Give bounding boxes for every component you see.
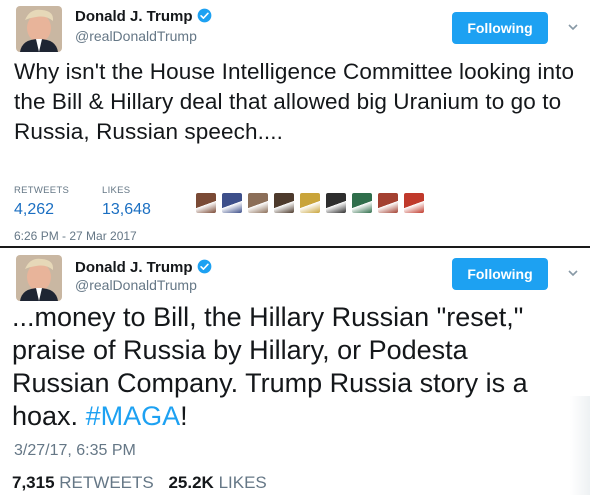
tweet-timestamp[interactable]: 6:26 PM - 27 Mar 2017 (14, 229, 137, 243)
avatar[interactable] (16, 255, 62, 301)
tweet-card-2: Donald J. Trump @realDonaldTrump Followi… (0, 249, 590, 495)
retweets-label: RETWEETS (14, 185, 70, 196)
retweets-count[interactable]: 4,262 (14, 201, 54, 219)
tweet-stats: RETWEETS 4,262 LIKES 13,648 (14, 185, 579, 223)
liker-avatar[interactable] (352, 193, 372, 213)
liker-avatar[interactable] (248, 193, 268, 213)
liker-avatar[interactable] (326, 193, 346, 213)
likes-label[interactable]: LIKES (219, 473, 267, 492)
following-button[interactable]: Following (452, 258, 548, 290)
avatar[interactable] (16, 6, 62, 52)
tweet-card-1: Donald J. Trump @realDonaldTrump Followi… (0, 0, 590, 247)
liker-avatar[interactable] (378, 193, 398, 213)
likes-count[interactable]: 25.2K (168, 473, 213, 492)
verified-badge-icon (197, 8, 211, 23)
user-handle[interactable]: @realDonaldTrump (75, 28, 197, 44)
liker-avatar[interactable] (404, 193, 424, 213)
likes-count[interactable]: 13,648 (102, 201, 151, 219)
tweet-text-end: ! (180, 401, 188, 431)
liker-avatar[interactable] (300, 193, 320, 213)
following-button[interactable]: Following (452, 12, 548, 44)
liker-avatar[interactable] (196, 193, 216, 213)
liker-avatar[interactable] (274, 193, 294, 213)
edge-shade (570, 396, 590, 495)
chevron-down-icon[interactable] (567, 267, 579, 279)
likes-label: LIKES (102, 185, 131, 196)
display-name[interactable]: Donald J. Trump (75, 259, 212, 276)
tweet-stats: 7,315 RETWEETS 25.2K LIKES (12, 473, 267, 493)
display-name[interactable]: Donald J. Trump (75, 8, 212, 25)
tweet-text: ...money to Bill, the Hillary Russian "r… (12, 301, 572, 433)
display-name-text: Donald J. Trump (75, 8, 193, 25)
hashtag-link[interactable]: #MAGA (86, 401, 181, 431)
verified-badge-icon (197, 259, 211, 274)
retweets-label[interactable]: RETWEETS (59, 473, 153, 492)
user-handle[interactable]: @realDonaldTrump (75, 277, 197, 293)
chevron-down-icon[interactable] (567, 21, 579, 33)
retweets-count[interactable]: 7,315 (12, 473, 55, 492)
tweet-divider (0, 246, 590, 248)
display-name-text: Donald J. Trump (75, 259, 193, 276)
liker-avatar[interactable] (222, 193, 242, 213)
tweet-text: Why isn't the House Intelligence Committ… (14, 59, 575, 144)
tweet-timestamp[interactable]: 3/27/17, 6:35 PM (14, 442, 136, 460)
